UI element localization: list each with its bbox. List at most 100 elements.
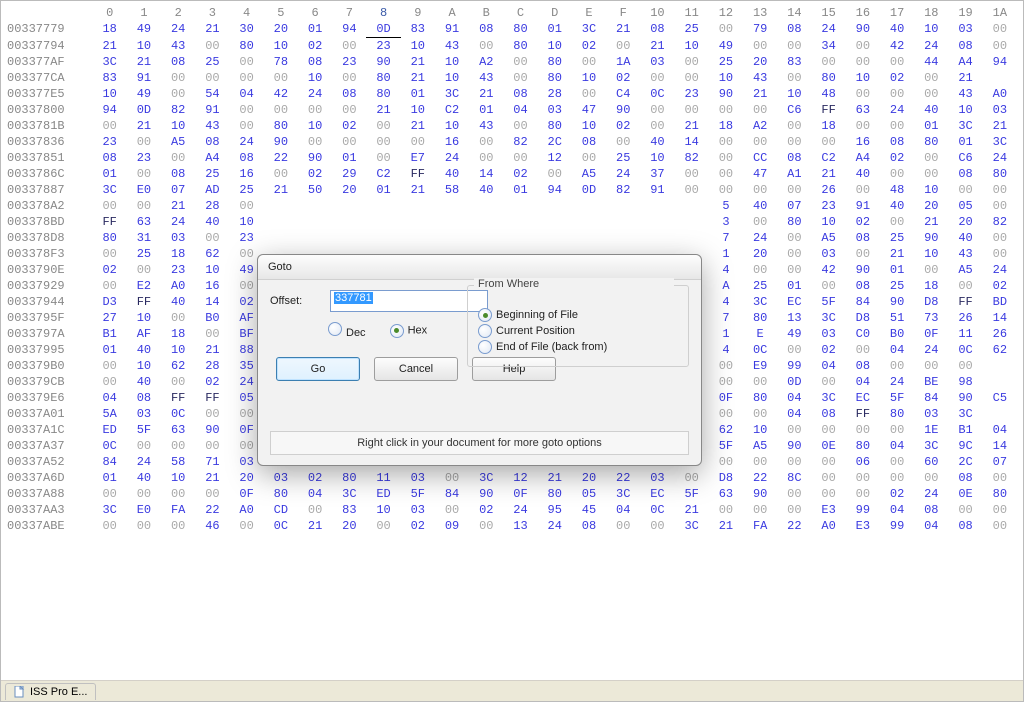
byte-cell[interactable]: 24 — [743, 230, 777, 246]
byte-cell[interactable]: 00 — [846, 422, 880, 438]
byte-cell[interactable]: 00 — [606, 134, 640, 150]
byte-cell[interactable]: 22 — [743, 470, 777, 486]
byte-cell[interactable]: 08 — [161, 54, 195, 70]
byte-cell[interactable]: 03 — [812, 326, 846, 342]
byte-cell[interactable]: 21 — [948, 70, 982, 86]
byte-cell[interactable]: 00 — [435, 502, 469, 518]
byte-cell[interactable]: 01 — [538, 21, 572, 38]
byte-cell[interactable]: 99 — [880, 518, 914, 534]
byte-cell[interactable]: 04 — [777, 406, 811, 422]
byte-cell[interactable]: 00 — [914, 166, 948, 182]
byte-cell[interactable]: 90 — [469, 486, 503, 502]
byte-cell[interactable]: FF — [846, 406, 880, 422]
byte-cell[interactable]: 24 — [914, 486, 948, 502]
byte-cell[interactable]: 0C — [948, 342, 982, 358]
address-cell[interactable]: 003377E5 — [7, 86, 93, 102]
byte-cell[interactable]: 00 — [914, 358, 948, 374]
byte-cell[interactable]: 0C — [93, 438, 127, 454]
byte-cell[interactable]: A5 — [572, 166, 606, 182]
byte-cell[interactable]: 00 — [298, 102, 332, 118]
byte-cell[interactable]: 21 — [93, 38, 127, 55]
byte-cell[interactable]: 01 — [332, 150, 366, 166]
byte-cell[interactable]: 90 — [743, 486, 777, 502]
byte-cell[interactable]: 00 — [93, 518, 127, 534]
byte-cell[interactable]: 62 — [983, 342, 1017, 358]
byte-cell[interactable]: 3C — [914, 438, 948, 454]
byte-cell[interactable]: 0D — [127, 102, 161, 118]
byte-cell[interactable] — [538, 214, 572, 230]
byte-cell[interactable]: 00 — [606, 38, 640, 55]
address-cell[interactable]: 00337A52 — [7, 454, 93, 470]
byte-cell[interactable]: 08 — [777, 21, 811, 38]
byte-cell[interactable]: 00 — [983, 38, 1017, 55]
byte-cell[interactable] — [640, 230, 674, 246]
byte-cell[interactable]: 00 — [777, 422, 811, 438]
byte-cell[interactable]: 90 — [880, 294, 914, 310]
byte-cell[interactable]: 00 — [880, 86, 914, 102]
byte-cell[interactable]: 5F — [401, 486, 435, 502]
byte-cell[interactable]: 00 — [983, 518, 1017, 534]
byte-cell[interactable]: 91 — [435, 21, 469, 38]
address-cell[interactable]: 00337779 — [7, 21, 93, 38]
byte-cell[interactable]: 80 — [503, 38, 537, 55]
byte-cell[interactable]: 07 — [161, 182, 195, 198]
byte-cell[interactable]: 00 — [366, 134, 400, 150]
byte-cell[interactable]: 40 — [127, 342, 161, 358]
address-cell[interactable]: 00337836 — [7, 134, 93, 150]
byte-cell[interactable]: 02 — [469, 502, 503, 518]
byte-cell[interactable]: 04 — [914, 518, 948, 534]
byte-cell[interactable]: 24 — [503, 502, 537, 518]
offset-input[interactable]: 337781 — [330, 290, 488, 312]
byte-cell[interactable]: 04 — [606, 502, 640, 518]
byte-cell[interactable]: C6 — [948, 150, 982, 166]
byte-cell[interactable]: 25 — [195, 54, 229, 70]
col-header[interactable]: 14 — [777, 5, 811, 21]
byte-cell[interactable]: B1 — [948, 422, 982, 438]
byte-cell[interactable]: AF — [127, 326, 161, 342]
byte-cell[interactable]: 80 — [332, 470, 366, 486]
byte-cell[interactable]: 24 — [298, 86, 332, 102]
byte-cell[interactable]: 21 — [983, 118, 1017, 134]
byte-cell[interactable]: 00 — [880, 358, 914, 374]
byte-cell[interactable]: 00 — [983, 502, 1017, 518]
byte-cell[interactable]: 21 — [401, 54, 435, 70]
byte-cell[interactable] — [640, 198, 674, 214]
byte-cell[interactable]: 10 — [401, 38, 435, 55]
byte-cell[interactable]: 08 — [948, 166, 982, 182]
col-header[interactable]: 6 — [298, 5, 332, 21]
byte-cell[interactable]: 00 — [435, 470, 469, 486]
byte-cell[interactable] — [640, 214, 674, 230]
byte-cell[interactable]: 00 — [812, 54, 846, 70]
byte-cell[interactable]: 21 — [401, 70, 435, 86]
byte-cell[interactable]: 00 — [195, 406, 229, 422]
byte-cell[interactable]: 00 — [948, 358, 982, 374]
byte-cell[interactable]: 00 — [846, 54, 880, 70]
byte-cell[interactable]: 99 — [777, 358, 811, 374]
byte-cell[interactable]: 08 — [846, 230, 880, 246]
byte-cell[interactable]: 02 — [195, 374, 229, 390]
byte-cell[interactable]: 82 — [606, 182, 640, 198]
byte-cell[interactable]: 00 — [709, 502, 743, 518]
byte-cell[interactable]: 00 — [230, 518, 264, 534]
byte-cell[interactable]: 3C — [332, 486, 366, 502]
byte-cell[interactable]: 02 — [812, 342, 846, 358]
byte-cell[interactable]: 00 — [983, 246, 1017, 262]
byte-cell[interactable]: 80 — [366, 86, 400, 102]
byte-cell[interactable]: A2 — [469, 54, 503, 70]
col-header[interactable]: 16 — [846, 5, 880, 21]
byte-cell[interactable]: 40 — [435, 166, 469, 182]
byte-cell[interactable]: 00 — [812, 422, 846, 438]
byte-cell[interactable]: 27 — [93, 310, 127, 326]
byte-cell[interactable]: 01 — [93, 470, 127, 486]
byte-cell[interactable]: 00 — [93, 358, 127, 374]
byte-cell[interactable]: 00 — [366, 118, 400, 134]
byte-cell[interactable]: 98 — [948, 374, 982, 390]
byte-cell[interactable]: C6 — [777, 102, 811, 118]
byte-cell[interactable] — [469, 198, 503, 214]
byte-cell[interactable]: 79 — [743, 21, 777, 38]
byte-cell[interactable] — [401, 230, 435, 246]
goto-dialog-title[interactable]: Goto — [258, 255, 701, 280]
byte-cell[interactable]: 9C — [948, 438, 982, 454]
byte-cell[interactable]: 10 — [195, 262, 229, 278]
byte-cell[interactable]: 07 — [777, 198, 811, 214]
